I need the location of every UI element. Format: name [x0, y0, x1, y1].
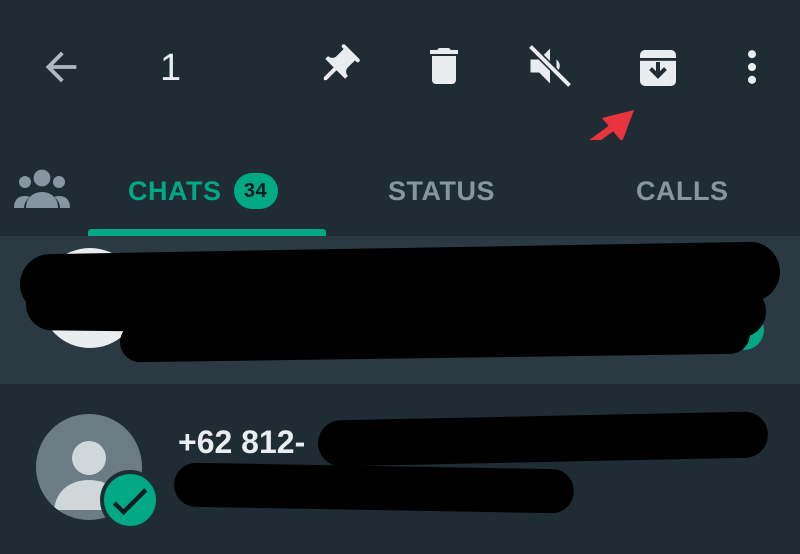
chat-row-selected[interactable] — [0, 236, 800, 384]
unread-badge: 34 — [233, 173, 278, 209]
redaction-mark — [317, 411, 769, 467]
tab-bar: CHATS 34 STATUS CALLS — [0, 140, 800, 236]
selection-toolbar: 1 — [0, 0, 800, 140]
active-tab-indicator — [88, 229, 326, 236]
redaction-mark — [119, 313, 751, 363]
more-vertical-icon[interactable] — [730, 42, 774, 92]
trash-icon[interactable] — [420, 42, 468, 90]
pin-icon[interactable] — [314, 42, 362, 90]
community-icon[interactable] — [14, 166, 70, 210]
selected-count: 1 — [160, 47, 182, 89]
tab-status[interactable]: STATUS — [388, 166, 495, 216]
tab-chats[interactable]: CHATS 34 — [128, 166, 278, 216]
speaker-muted-icon[interactable] — [524, 40, 576, 92]
tab-chats-label: CHATS — [128, 175, 222, 206]
selected-check — [100, 470, 160, 530]
tab-calls-label: CALLS — [636, 175, 729, 206]
tab-status-label: STATUS — [388, 175, 495, 206]
tab-calls[interactable]: CALLS — [636, 166, 729, 216]
check-icon — [112, 488, 148, 516]
redaction-mark — [173, 462, 575, 514]
archive-icon[interactable] — [634, 44, 682, 92]
back-arrow-icon[interactable] — [38, 44, 84, 90]
contact-name: +62 812- — [178, 424, 306, 460]
